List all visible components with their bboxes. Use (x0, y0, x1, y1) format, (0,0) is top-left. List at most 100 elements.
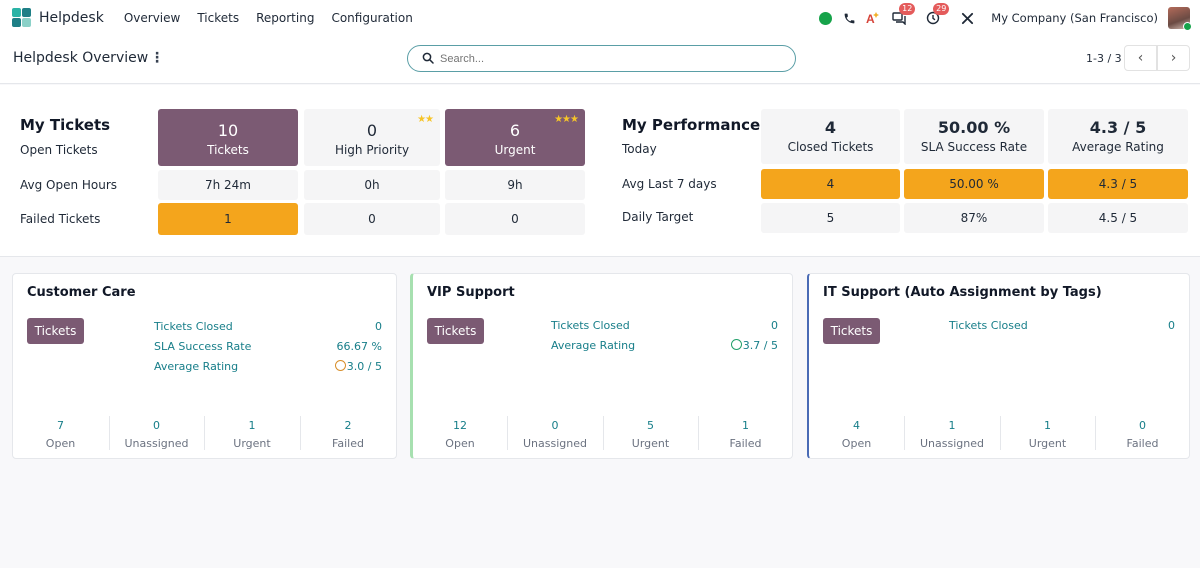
kpi-value-tickets-closed: 0 (1168, 319, 1175, 332)
row-label-open-tickets: Open Tickets (20, 143, 98, 157)
footer-open[interactable]: 4 Open (809, 414, 904, 452)
pager-value[interactable]: 1-3 / 3 (1086, 52, 1122, 65)
team-name[interactable]: VIP Support (427, 285, 515, 300)
search-icon (422, 52, 434, 67)
perf-sla-value: 50.00 % (937, 118, 1011, 137)
team-card-vip-support[interactable]: VIP Support Tickets Tickets Closed 0 Ave… (410, 273, 793, 459)
status-online-icon[interactable] (817, 10, 833, 26)
my-urgent-cell[interactable]: ★★★ 6 Urgent (445, 109, 585, 166)
kpi-label-average-rating[interactable]: Average Rating (154, 360, 238, 373)
avg-hours-all-cell[interactable]: 7h 24m (158, 170, 298, 200)
messages-icon[interactable]: 12 (891, 3, 916, 26)
app-name: Helpdesk (39, 10, 104, 26)
chevron-right-icon: › (1170, 50, 1177, 66)
activities-clock-icon[interactable]: 29 (925, 3, 950, 26)
perf-closed-tickets-value: 4 (824, 118, 837, 137)
avg-hours-urgent-cell[interactable]: 9h (445, 170, 585, 200)
footer-count: 7 (57, 419, 64, 432)
footer-count: 1 (742, 419, 749, 432)
team-name[interactable]: Customer Care (27, 285, 136, 300)
perf-closed-avg7-cell: 4 (761, 169, 900, 199)
ai-icon[interactable]: A (865, 10, 881, 26)
my-performance-title: My Performance (622, 116, 761, 134)
nav-configuration[interactable]: Configuration (331, 11, 412, 25)
footer-label: Unassigned (124, 437, 189, 450)
footer-label: Urgent (1028, 437, 1067, 450)
kpi-label-tickets-closed[interactable]: Tickets Closed (551, 319, 630, 332)
kpi-rating-text: 3.0 / 5 (346, 360, 382, 373)
footer-label: Unassigned (920, 437, 984, 450)
search-bar[interactable] (407, 45, 796, 72)
team-card-customer-care[interactable]: Customer Care Tickets Tickets Closed 0 S… (12, 273, 397, 459)
nav-reporting[interactable]: Reporting (256, 11, 314, 25)
nav-tickets[interactable]: Tickets (197, 11, 239, 25)
perf-closed-tickets-cell: 4 Closed Tickets (761, 109, 900, 164)
footer-urgent[interactable]: 5 Urgent (603, 414, 698, 452)
my-high-priority-cell[interactable]: ★★ 0 High Priority (304, 109, 440, 166)
footer-failed[interactable]: 2 Failed (300, 414, 396, 452)
team-tickets-button[interactable]: Tickets (427, 318, 484, 344)
pager-next-button[interactable]: › (1157, 45, 1190, 71)
footer-unassigned[interactable]: 1 Unassigned (904, 414, 1000, 452)
row-label-avg-open-hours: Avg Open Hours (20, 178, 118, 192)
user-avatar[interactable] (1168, 7, 1192, 31)
footer-open[interactable]: 12 Open (413, 414, 507, 452)
footer-open[interactable]: 7 Open (13, 414, 108, 452)
kpi-label-average-rating[interactable]: Average Rating (551, 339, 635, 352)
footer-unassigned[interactable]: 0 Unassigned (507, 414, 603, 452)
company-switcher[interactable]: My Company (San Francisco) (991, 11, 1158, 25)
perf-sla-label: SLA Success Rate (920, 140, 1028, 154)
perf-sla-avg7-cell: 50.00 % (904, 169, 1044, 199)
control-panel: Helpdesk Overview ⋮ 1-3 / 3 ‹ › (0, 36, 1200, 84)
team-name[interactable]: IT Support (Auto Assignment by Tags) (823, 285, 1102, 300)
footer-label: Open (445, 437, 475, 450)
footer-count: 12 (453, 419, 467, 432)
kpi-label-sla[interactable]: SLA Success Rate (154, 340, 251, 353)
three-stars-icon: ★★★ (554, 114, 579, 125)
my-tickets-title: My Tickets (20, 116, 111, 134)
pager-previous-button[interactable]: ‹ (1124, 45, 1157, 71)
actions-menu-icon[interactable]: ⋮ (150, 50, 164, 66)
team-tickets-button[interactable]: Tickets (823, 318, 880, 344)
neutral-smiley-icon (334, 360, 346, 371)
team-tickets-button[interactable]: Tickets (27, 318, 84, 344)
my-tickets-open-count: 10 (217, 121, 239, 140)
failed-urgent-cell[interactable]: 0 (445, 203, 585, 235)
team-card-it-support[interactable]: IT Support (Auto Assignment by Tags) Tic… (807, 273, 1190, 459)
footer-label: Failed (1126, 437, 1159, 450)
row-label-failed-tickets: Failed Tickets (20, 212, 101, 226)
chevron-left-icon: ‹ (1137, 50, 1144, 66)
happy-smiley-icon (730, 339, 742, 350)
footer-urgent[interactable]: 1 Urgent (1000, 414, 1095, 452)
app-brand[interactable]: Helpdesk (12, 8, 104, 28)
footer-count: 0 (1139, 419, 1146, 432)
kpi-value-sla: 66.67 % (336, 340, 382, 353)
my-urgent-label: Urgent (494, 143, 536, 157)
avg-hours-high-priority-cell[interactable]: 0h (304, 170, 440, 200)
kpi-value-tickets-closed: 0 (375, 320, 382, 333)
search-input[interactable] (440, 50, 780, 68)
failed-high-priority-cell[interactable]: 0 (304, 203, 440, 235)
kpi-value-average-rating: 3.0 / 5 (334, 360, 382, 373)
kpi-label-tickets-closed[interactable]: Tickets Closed (949, 319, 1028, 332)
footer-count: 4 (853, 419, 860, 432)
footer-unassigned[interactable]: 0 Unassigned (109, 414, 204, 452)
page-title: Helpdesk Overview (13, 50, 149, 66)
my-high-priority-label: High Priority (334, 143, 410, 157)
row-label-avg-last-7-days: Avg Last 7 days (622, 177, 717, 191)
phone-icon[interactable] (841, 10, 857, 26)
my-tickets-open-label: Tickets (207, 143, 249, 157)
failed-all-cell[interactable]: 1 (158, 203, 298, 235)
my-tickets-open-cell[interactable]: 10 Tickets (158, 109, 298, 166)
footer-failed[interactable]: 0 Failed (1095, 414, 1190, 452)
kpi-label-tickets-closed[interactable]: Tickets Closed (154, 320, 233, 333)
footer-urgent[interactable]: 1 Urgent (204, 414, 300, 452)
footer-label: Urgent (233, 437, 271, 450)
perf-rating-target-cell: 4.5 / 5 (1048, 203, 1188, 233)
stats-band: My Tickets Open Tickets Avg Open Hours F… (0, 85, 1200, 257)
perf-rating-cell: 4.3 / 5 Average Rating (1048, 109, 1188, 164)
nav-overview[interactable]: Overview (124, 11, 181, 25)
debug-tools-icon[interactable] (959, 10, 975, 26)
footer-failed[interactable]: 1 Failed (698, 414, 793, 452)
footer-count: 5 (647, 419, 654, 432)
